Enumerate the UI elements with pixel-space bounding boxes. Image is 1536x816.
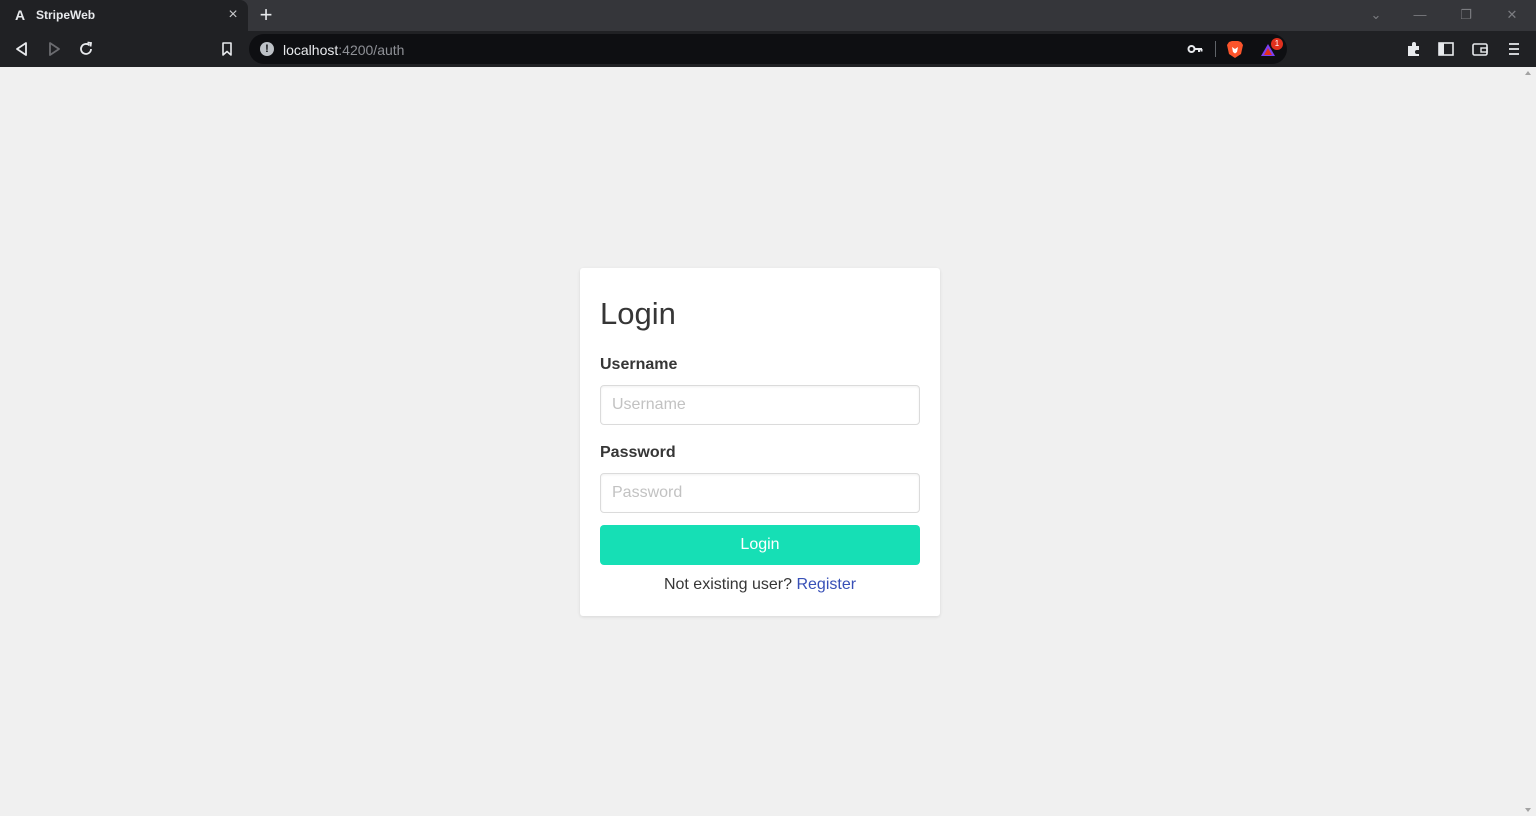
address-bar[interactable]: ! localhost:4200/auth 1 [249,34,1287,64]
url-text[interactable]: localhost:4200/auth [283,42,404,58]
browser-toolbar: ! localhost:4200/auth 1 [0,31,1536,67]
tab-title: StripeWeb [36,8,96,22]
login-button[interactable]: Login [600,525,920,565]
minimize-button[interactable]: — [1410,6,1430,24]
address-bar-divider [1215,41,1216,57]
site-info-icon[interactable]: ! [260,42,274,56]
register-link[interactable]: Register [796,576,856,593]
username-label: Username [600,356,678,373]
sidebar-icon[interactable] [1436,39,1456,59]
wallet-icon[interactable] [1470,39,1490,59]
back-icon[interactable] [12,39,32,59]
scroll-up-arrow-icon[interactable] [1525,71,1531,75]
browser-tab[interactable]: A StripeWeb × [0,0,248,31]
forward-icon[interactable] [44,39,64,59]
register-prompt: Not existing user? [663,576,793,593]
key-icon[interactable] [1187,42,1203,56]
login-card: Login Username Password Login Not existi… [580,268,940,616]
vertical-scrollbar[interactable] [1520,67,1536,816]
brave-shields-icon[interactable] [1226,40,1244,59]
url-path: :4200/auth [338,42,405,58]
new-tab-button[interactable]: + [256,4,276,26]
bookmark-icon[interactable] [217,39,237,59]
extensions-icon[interactable] [1404,39,1424,59]
username-input[interactable] [600,385,920,425]
restore-button[interactable]: ❐ [1456,6,1476,24]
page-title: Login [600,296,676,331]
url-host: localhost [283,42,339,58]
password-input[interactable] [600,473,920,513]
tab-strip: A StripeWeb × + ⌄ — ❐ ✕ [0,0,1536,31]
window-close-button[interactable]: ✕ [1502,6,1522,24]
angular-favicon-icon: A [14,7,26,23]
menu-icon[interactable] [1504,39,1524,59]
reload-icon[interactable] [76,39,96,59]
tab-search-icon[interactable]: ⌄ [1366,6,1386,24]
tab-close-icon[interactable]: × [224,6,242,24]
page-viewport: Login Username Password Login Not existi… [0,67,1536,816]
password-label: Password [600,444,676,461]
scroll-down-arrow-icon[interactable] [1525,808,1531,812]
register-prompt-line: Not existing user? Register [580,576,940,594]
rewards-badge: 1 [1271,38,1283,50]
